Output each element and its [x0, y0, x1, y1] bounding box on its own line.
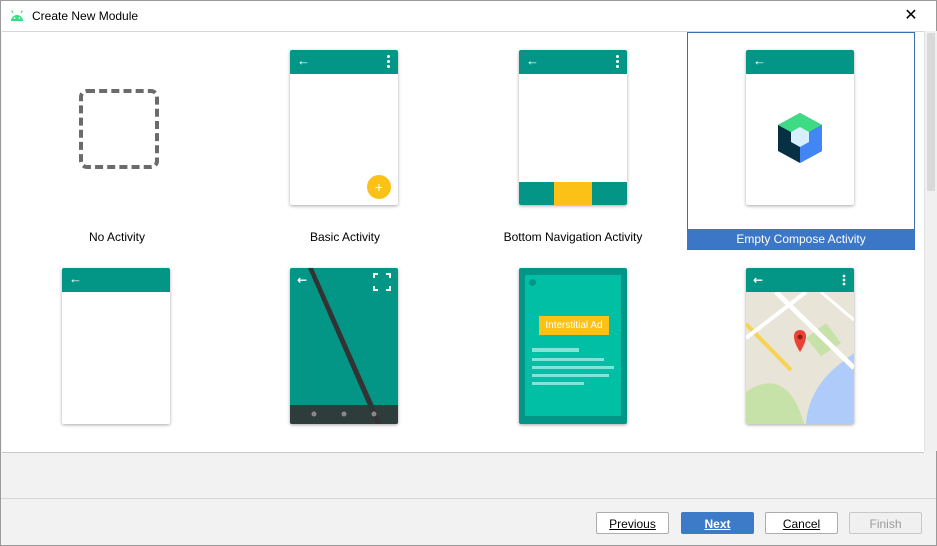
close-dot-icon: [529, 279, 536, 286]
phone-preview: ←: [290, 268, 398, 424]
finish-button-label: Finish: [869, 517, 902, 531]
ad-text-line: [532, 348, 579, 352]
app-bar: ←: [519, 50, 627, 74]
ad-panel: Interstitial Ad: [525, 275, 621, 416]
template-empty-activity[interactable]: ←: [3, 250, 231, 452]
app-bar: ←: [290, 50, 398, 74]
no-activity-placeholder-icon: [79, 89, 159, 169]
template-label: Bottom Navigation Activity: [503, 230, 643, 244]
template-interstitial-ad[interactable]: Interstitial Ad: [459, 250, 687, 452]
overflow-menu-icon: [616, 55, 619, 68]
ad-text-line: [532, 374, 609, 377]
android-icon: [10, 10, 24, 21]
fab-icon: +: [367, 175, 391, 199]
phone-preview: ←: [746, 50, 854, 205]
bottom-navigation-bar: [519, 182, 627, 205]
phone-preview: Interstitial Ad: [519, 268, 627, 424]
back-arrow-icon: ←: [753, 53, 766, 68]
template-empty-compose-activity[interactable]: ← Empty Compose Activity: [687, 32, 915, 250]
close-icon[interactable]: ✕: [899, 5, 923, 27]
window-title: Create New Module: [32, 9, 139, 23]
next-button-label: Next: [704, 517, 731, 531]
svg-text:←: ←: [753, 273, 763, 287]
template-label: Basic Activity: [309, 230, 381, 244]
cancel-button-label: Cancel: [782, 517, 821, 531]
template-no-activity[interactable]: No Activity: [3, 32, 231, 250]
template-label: No Activity: [88, 230, 145, 244]
back-arrow-icon: ←: [526, 53, 539, 68]
phone-preview: ←: [519, 50, 627, 205]
template-gallery: No Activity ← + Basic Activity ← Bottom …: [2, 31, 924, 453]
cancel-button[interactable]: Cancel: [765, 512, 838, 534]
ad-text-line: [532, 358, 604, 361]
app-bar: ←: [62, 268, 170, 292]
template-fullscreen-activity[interactable]: ←: [231, 250, 459, 452]
fullscreen-illustration: ←: [290, 268, 398, 424]
jetpack-compose-logo-icon: [778, 113, 822, 163]
phone-preview: ←: [746, 268, 854, 424]
back-arrow-icon: ←: [297, 53, 310, 68]
template-basic-activity[interactable]: ← + Basic Activity: [231, 32, 459, 250]
footer-divider: [1, 498, 936, 499]
template-bottom-navigation-activity[interactable]: ← Bottom Navigation Activity: [459, 32, 687, 250]
next-button[interactable]: Next: [681, 512, 754, 534]
interstitial-ad-badge: Interstitial Ad: [539, 316, 609, 335]
create-new-module-dialog: Create New Module ✕ No Activity ← + Basi…: [0, 0, 937, 546]
finish-button[interactable]: Finish: [849, 512, 922, 534]
svg-text:←: ←: [297, 273, 307, 287]
app-bar: ←: [746, 50, 854, 74]
template-label: Empty Compose Activity: [687, 229, 915, 249]
ad-text-line: [532, 382, 584, 385]
scrollbar-thumb[interactable]: [927, 33, 935, 191]
back-arrow-icon: ←: [69, 271, 82, 286]
phone-preview: ←: [62, 268, 170, 424]
overflow-menu-icon: [387, 55, 390, 68]
selected-nav-item: [554, 182, 592, 205]
previous-button-label: Previous: [609, 517, 656, 531]
phone-preview: ← +: [290, 50, 398, 205]
map-illustration: ←: [746, 268, 854, 424]
gallery-scrollbar[interactable]: [924, 31, 937, 451]
title-bar: Create New Module ✕: [1, 1, 936, 31]
ad-text-line: [532, 366, 614, 369]
template-google-maps-activity[interactable]: ←: [687, 250, 915, 452]
previous-button[interactable]: Previous: [596, 512, 669, 534]
